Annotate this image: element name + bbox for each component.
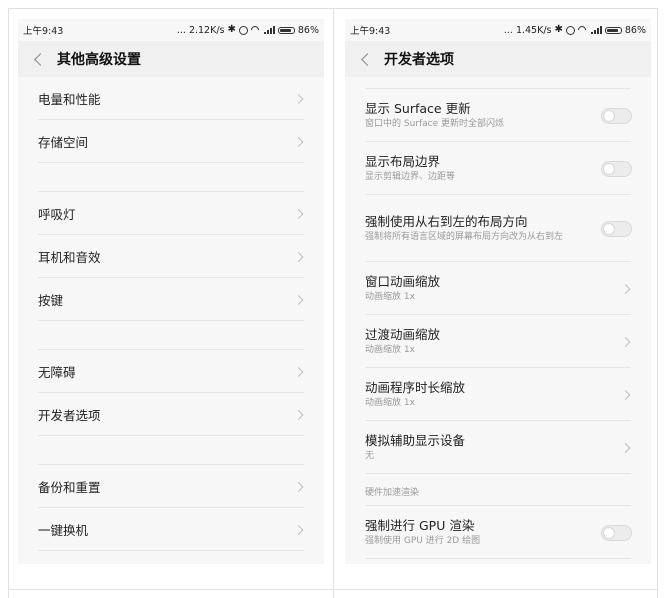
chevron-right-icon: [293, 524, 304, 535]
settings-item[interactable]: 按键: [18, 278, 324, 321]
title-bar: 其他高级设置: [18, 41, 324, 77]
developer-option-item[interactable]: 显示 Surface 更新窗口中的 Surface 更新时全部闪烁: [345, 89, 651, 142]
network-speed: ... 1.45K/s: [503, 24, 552, 36]
phone-screen-other-advanced-settings: 上午9:43 ... 2.12K/s ✱ 86% 其他高级设置 电量和性能存储空…: [18, 19, 324, 564]
settings-item[interactable]: 耳机和音效: [18, 235, 324, 278]
section-header: 硬件加速渲染: [345, 474, 651, 506]
option-subtitle: 无: [365, 451, 375, 461]
option-title: 显示布局边界: [365, 154, 441, 169]
option-title: 强制进行 GPU 渲染: [365, 518, 475, 533]
battery-percent: 86%: [624, 24, 646, 36]
chevron-right-icon: [293, 481, 304, 492]
back-arrow-icon[interactable]: [361, 52, 374, 66]
option-subtitle: 强制将所有语言区域的屏幕布局方向改为从右到左: [365, 232, 564, 242]
option-title: 窗口动画缩放: [365, 274, 441, 289]
settings-item-label: 电量和性能: [38, 92, 101, 107]
option-title: 模拟辅助显示设备: [365, 433, 466, 448]
alarm-icon: [565, 25, 575, 35]
group-spacer: [18, 321, 324, 350]
settings-item[interactable]: 备份和重置: [18, 465, 324, 508]
group-spacer: [18, 163, 324, 192]
settings-list: 电量和性能存储空间呼吸灯耳机和音效按键无障碍开发者选项备份和重置一键换机: [18, 77, 324, 551]
developer-option-item[interactable]: 显示布局边界显示剪辑边界、边距等: [345, 142, 651, 195]
option-title: 动画程序时长缩放: [365, 380, 466, 395]
option-title: 强制使用从右到左的布局方向: [365, 214, 528, 229]
scrolled-off-item: [345, 77, 651, 89]
status-bar: 上午9:43 ... 2.12K/s ✱ 86%: [18, 19, 324, 41]
option-subtitle: 窗口中的 Surface 更新时全部闪烁: [365, 119, 505, 129]
chevron-right-icon: [620, 442, 631, 453]
bluetooth-icon: ✱: [554, 24, 563, 35]
chevron-right-icon: [620, 283, 631, 294]
developer-option-item[interactable]: 过渡动画缩放动画缩放 1x: [345, 315, 651, 368]
chevron-right-icon: [293, 409, 304, 420]
alarm-icon: [238, 25, 248, 35]
option-subtitle: 动画缩放 1x: [365, 292, 415, 302]
group-spacer: [18, 436, 324, 465]
settings-item-label: 存储空间: [38, 135, 89, 150]
frame-right-line: [657, 8, 658, 598]
developer-options-list: 显示 Surface 更新 窗口中的 Surface 更新时全部闪烁 显示布局边界显…: [345, 77, 651, 559]
settings-item[interactable]: 无障碍: [18, 350, 324, 393]
chevron-right-icon: [620, 389, 631, 400]
back-arrow-icon[interactable]: [34, 52, 47, 66]
bluetooth-icon: ✱: [227, 24, 236, 35]
section-header-label: 硬件加速渲染: [365, 488, 420, 498]
battery-icon: [604, 26, 622, 34]
option-title: 过渡动画缩放: [365, 327, 441, 342]
chevron-right-icon: [293, 366, 304, 377]
option-title: 显示 Surface 更新: [365, 101, 471, 116]
title-bar: 开发者选项: [345, 41, 651, 77]
option-subtitle: 动画缩放 1x: [365, 398, 415, 408]
settings-item-label: 呼吸灯: [38, 207, 76, 222]
option-subtitle: 显示剪辑边界、边距等: [365, 172, 456, 182]
toggle-switch[interactable]: [601, 107, 632, 124]
settings-item[interactable]: 开发者选项: [18, 393, 324, 436]
developer-option-item[interactable]: 强制进行 GPU 渲染强制使用 GPU 进行 2D 绘图: [345, 506, 651, 559]
page-title: 其他高级设置: [57, 52, 141, 68]
status-indicators: ... 1.45K/s ✱ 86%: [504, 25, 646, 36]
settings-item-label: 无障碍: [38, 365, 76, 380]
option-subtitle: 强制使用 GPU 进行 2D 绘图: [365, 536, 481, 546]
chevron-right-icon: [293, 136, 304, 147]
settings-item-label: 一键换机: [38, 523, 89, 538]
frame-left-line: [8, 8, 9, 598]
settings-item[interactable]: 存储空间: [18, 120, 324, 163]
phone-screen-developer-options: 上午9:43 ... 1.45K/s ✱ 86% 开发者选项 显示 Surfac…: [345, 19, 651, 564]
developer-option-item[interactable]: 动画程序时长缩放动画缩放 1x: [345, 368, 651, 421]
option-subtitle: 动画缩放 1x: [365, 345, 415, 355]
toggle-switch[interactable]: [601, 220, 632, 237]
chevron-right-icon: [293, 251, 304, 262]
frame-divider-line: [333, 8, 334, 598]
toggle-switch[interactable]: [601, 524, 632, 541]
wifi-icon: [578, 26, 588, 34]
settings-item[interactable]: 一键换机: [18, 508, 324, 551]
network-speed: ... 2.12K/s: [176, 24, 225, 36]
developer-option-item[interactable]: 强制使用从右到左的布局方向强制将所有语言区域的屏幕布局方向改为从右到左: [345, 195, 651, 262]
chevron-right-icon: [293, 294, 304, 305]
developer-option-item[interactable]: 窗口动画缩放动画缩放 1x: [345, 262, 651, 315]
status-time: 上午9:43: [350, 26, 391, 37]
signal-icon: [263, 26, 275, 34]
page-title: 开发者选项: [384, 52, 454, 68]
status-time: 上午9:43: [23, 26, 64, 37]
battery-percent: 86%: [297, 24, 319, 36]
status-indicators: ... 2.12K/s ✱ 86%: [177, 25, 319, 36]
settings-item-label: 按键: [38, 293, 64, 308]
settings-item[interactable]: 呼吸灯: [18, 192, 324, 235]
settings-item-label: 耳机和音效: [38, 250, 101, 265]
wifi-icon: [251, 26, 261, 34]
settings-item[interactable]: 电量和性能: [18, 77, 324, 120]
settings-item-label: 备份和重置: [38, 480, 101, 495]
chevron-right-icon: [620, 336, 631, 347]
developer-option-item[interactable]: 模拟辅助显示设备无: [345, 421, 651, 474]
settings-item-label: 开发者选项: [38, 408, 101, 423]
battery-icon: [277, 26, 295, 34]
signal-icon: [590, 26, 602, 34]
status-bar: 上午9:43 ... 1.45K/s ✱ 86%: [345, 19, 651, 41]
chevron-right-icon: [293, 93, 304, 104]
toggle-switch[interactable]: [601, 160, 632, 177]
chevron-right-icon: [293, 208, 304, 219]
